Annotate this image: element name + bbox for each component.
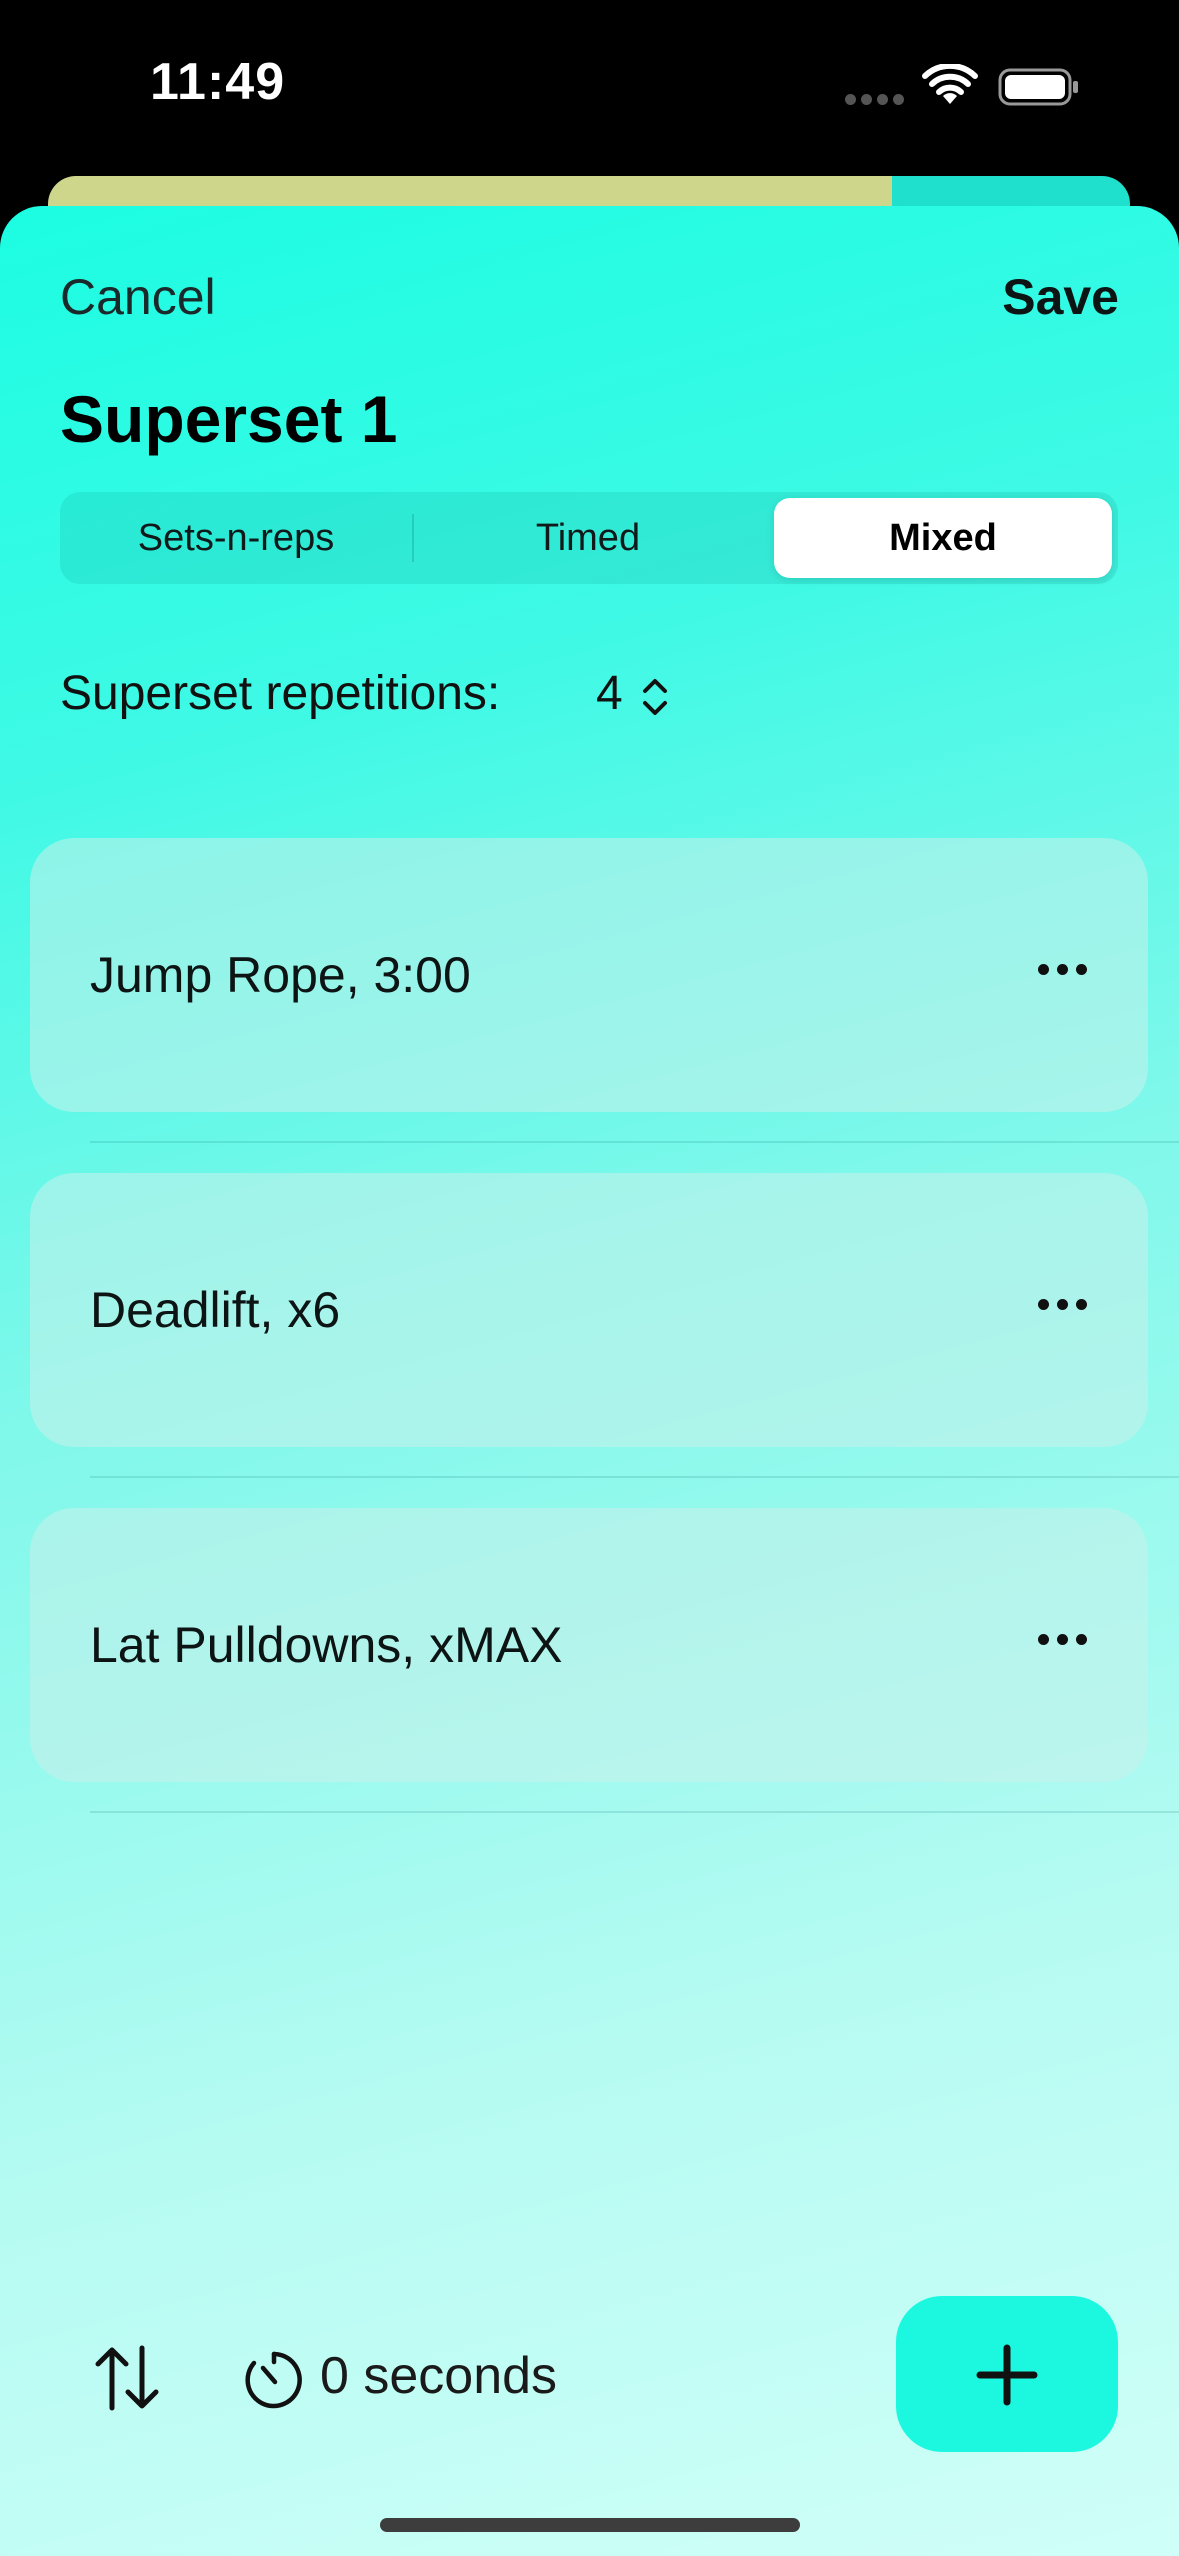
rest-duration-label[interactable]: 0 seconds — [320, 2346, 557, 2406]
more-options-icon[interactable] — [1038, 964, 1088, 976]
workout-type-segmented-control: Sets-n-reps Timed Mixed — [60, 492, 1118, 584]
exercise-name: Jump Rope, 3:00 — [90, 947, 471, 1003]
superset-edit-sheet: Cancel Save Superset 1 Sets-n-reps Timed… — [0, 206, 1179, 2556]
exercise-name: Deadlift, x6 — [90, 1282, 341, 1338]
reorder-arrows-icon[interactable] — [92, 2342, 162, 2414]
home-indicator — [380, 2518, 800, 2532]
superset-repetitions-label: Superset repetitions: — [60, 667, 501, 720]
exercise-name: Lat Pulldowns, xMAX — [90, 1617, 563, 1673]
cellular-signal-icon — [845, 94, 905, 106]
segment-timed[interactable]: Timed — [412, 492, 764, 584]
status-time: 11:49 — [150, 53, 286, 111]
superset-repetitions-value[interactable]: 4 — [596, 666, 623, 721]
segment-mixed[interactable]: Mixed — [774, 498, 1112, 578]
exercise-row[interactable]: Jump Rope, 3:00 — [30, 838, 1148, 1112]
plus-icon — [976, 2344, 1038, 2406]
page-title: Superset 1 — [60, 382, 398, 456]
add-exercise-button[interactable] — [896, 2296, 1118, 2452]
wifi-icon — [922, 64, 978, 104]
chevron-up-down-icon[interactable] — [640, 674, 670, 720]
row-separator — [90, 1811, 1179, 1813]
cancel-button[interactable]: Cancel — [60, 268, 216, 326]
row-separator — [90, 1476, 1179, 1478]
battery-icon — [998, 68, 1078, 106]
save-button[interactable]: Save — [1002, 268, 1119, 326]
exercise-row[interactable]: Lat Pulldowns, xMAX — [30, 1508, 1148, 1782]
row-separator — [90, 1141, 1179, 1143]
exercise-row[interactable]: Deadlift, x6 — [30, 1173, 1148, 1447]
status-bar: 11:49 — [0, 0, 1179, 170]
timer-icon[interactable] — [244, 2346, 304, 2410]
segment-sets-n-reps[interactable]: Sets-n-reps — [60, 492, 412, 584]
more-options-icon[interactable] — [1038, 1634, 1088, 1646]
more-options-icon[interactable] — [1038, 1299, 1088, 1311]
